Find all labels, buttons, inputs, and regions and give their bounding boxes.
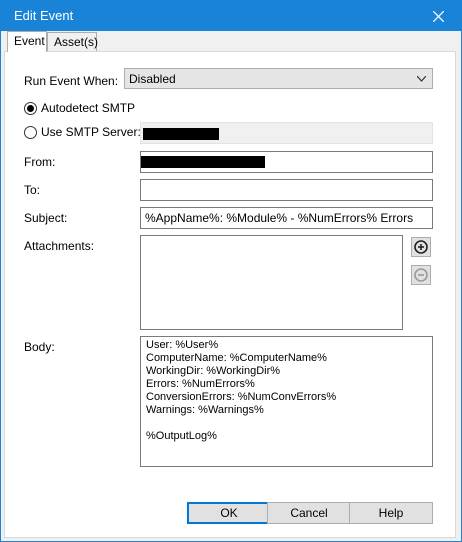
subject-field[interactable]: %AppName%: %Module% - %NumErrors% Errors [140, 207, 433, 229]
cancel-button[interactable]: Cancel [267, 502, 351, 524]
tab-event[interactable]: Event [7, 31, 47, 52]
close-button[interactable] [415, 1, 461, 31]
close-icon [432, 10, 444, 22]
body-label: Body: [24, 340, 55, 354]
attachments-list[interactable] [140, 235, 403, 330]
body-line: User: %User% [146, 339, 219, 351]
window-title: Edit Event [14, 8, 74, 23]
body-line: %OutputLog% [146, 430, 217, 442]
help-button[interactable]: Help [349, 502, 433, 524]
body-textarea[interactable]: User: %User% ComputerName: %ComputerName… [140, 336, 433, 467]
chevron-down-icon [417, 76, 426, 82]
plus-circle-icon [414, 240, 428, 254]
attachments-label: Attachments: [24, 239, 95, 253]
redacted-from-address [141, 156, 265, 168]
body-line: WorkingDir: %WorkingDir% [146, 365, 281, 377]
from-field[interactable] [140, 151, 433, 173]
ok-button[interactable]: OK [187, 502, 271, 524]
body-line: Warnings: %Warnings% [146, 404, 264, 416]
use-smtp-server-radio[interactable] [24, 126, 37, 139]
from-label: From: [24, 155, 56, 169]
to-label: To: [24, 183, 41, 197]
title-bar: Edit Event [1, 1, 461, 31]
body-line: ComputerName: %ComputerName% [146, 352, 327, 364]
run-event-when-label: Run Event When: [24, 74, 119, 88]
smtp-server-field[interactable] [140, 122, 433, 144]
radio-selected-dot [27, 105, 34, 112]
minus-circle-icon [414, 268, 428, 282]
body-line [146, 417, 427, 430]
body-line: ConversionErrors: %NumConvErrors% [146, 391, 337, 403]
body-line: Errors: %NumErrors% [146, 378, 255, 390]
run-event-when-select[interactable]: Disabled [124, 68, 433, 89]
autodetect-smtp-label: Autodetect SMTP [41, 101, 136, 115]
edit-event-dialog: Edit Event Event Asset(s) Run Event When… [0, 0, 462, 542]
remove-attachment-button[interactable] [411, 265, 431, 285]
autodetect-smtp-radio[interactable] [24, 102, 37, 115]
to-field[interactable] [140, 179, 433, 201]
use-smtp-server-label: Use SMTP Server: [41, 125, 141, 139]
add-attachment-button[interactable] [411, 237, 431, 257]
redacted-smtp-server [143, 128, 219, 140]
run-event-when-value: Disabled [129, 72, 176, 86]
tab-assets[interactable]: Asset(s) [47, 32, 98, 51]
subject-label: Subject: [24, 211, 68, 225]
event-tab-panel: Run Event When: Disabled Autodetect SMTP… [4, 51, 456, 538]
